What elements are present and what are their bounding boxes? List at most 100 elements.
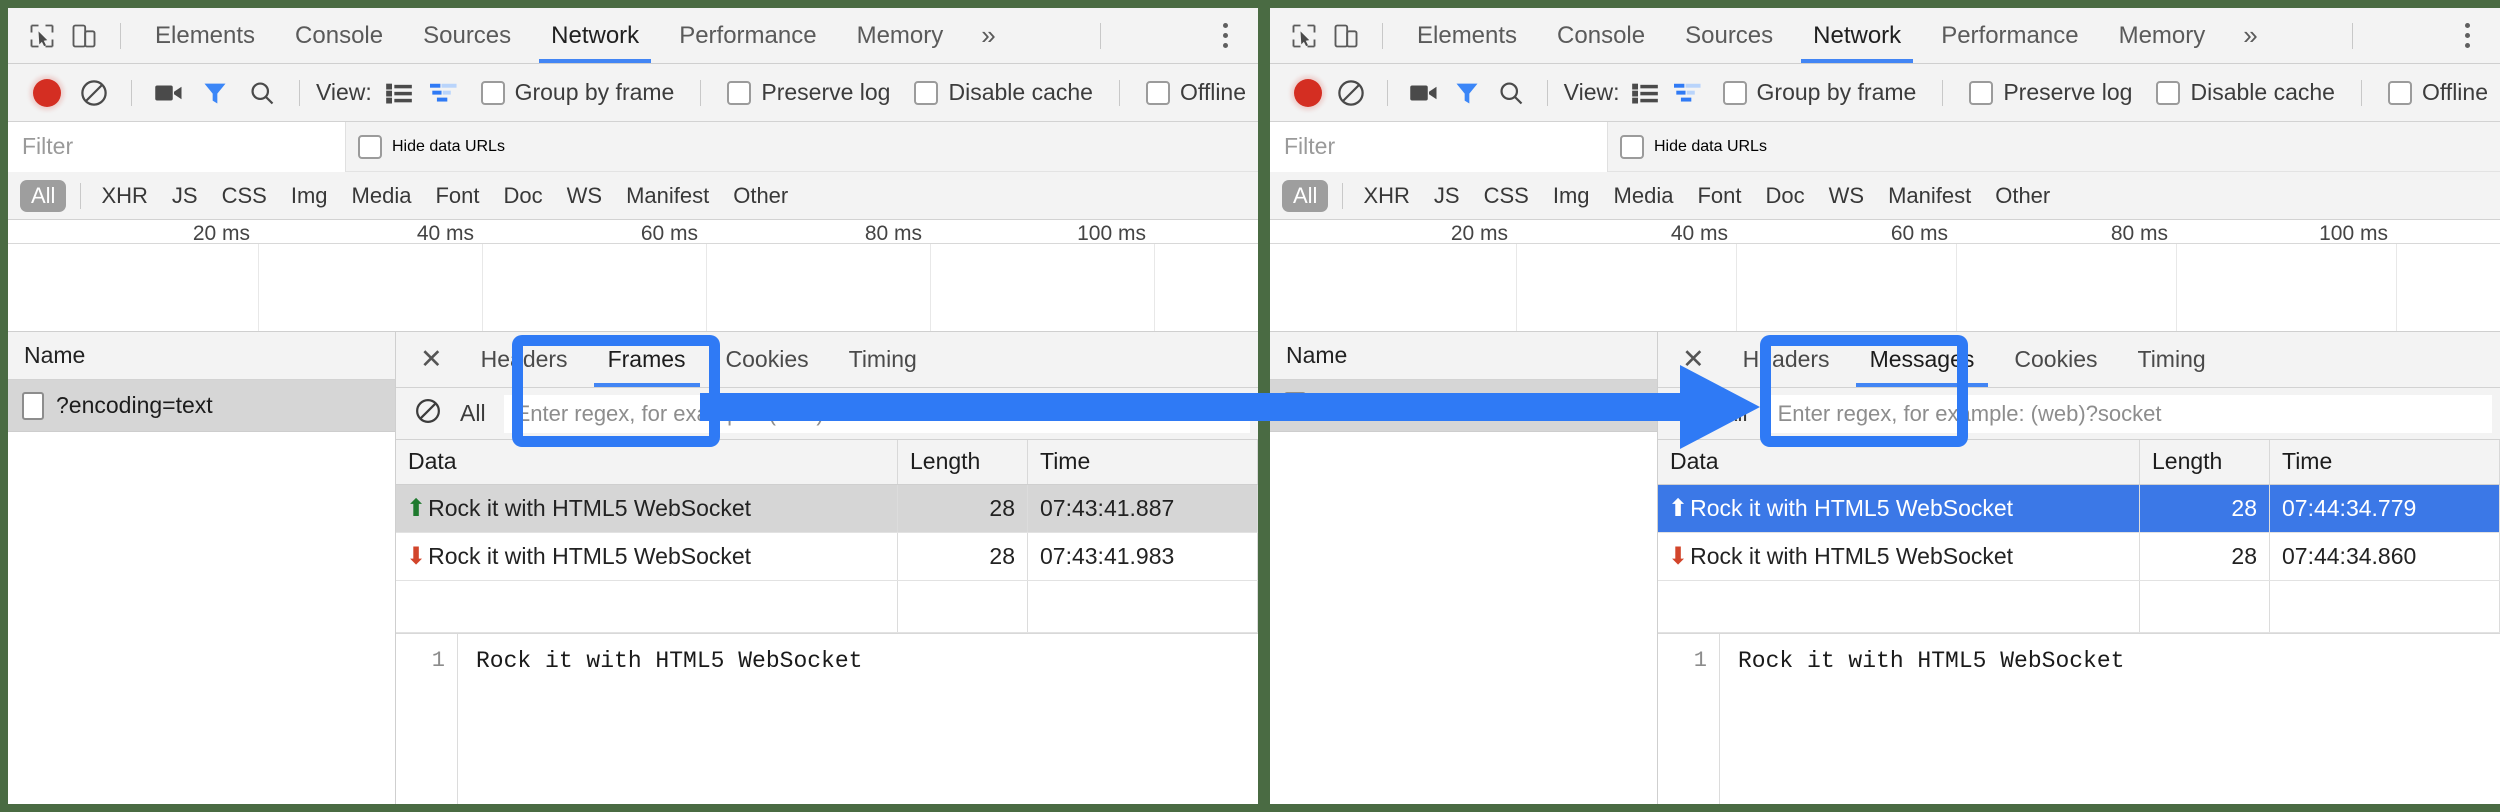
column-header-length[interactable]: Length: [2140, 440, 2270, 484]
message-type-all[interactable]: All: [1722, 400, 1748, 427]
devtools-panel-left: Elements Console Sources Network Perform…: [8, 8, 1258, 804]
type-filter-font[interactable]: Font: [1685, 181, 1753, 211]
type-filter-ws[interactable]: WS: [1817, 181, 1876, 211]
main-tab-elements[interactable]: Elements: [135, 8, 275, 63]
close-icon[interactable]: ✕: [1676, 344, 1723, 375]
inspect-element-icon[interactable]: [1284, 16, 1324, 56]
message-regex-input[interactable]: Enter regex, for example: (web)?socket: [1766, 395, 2492, 433]
request-row[interactable]: ?encoding=text: [8, 380, 395, 432]
offline-checkbox[interactable]: Offline: [1134, 79, 1258, 106]
column-header-time[interactable]: Time: [2270, 440, 2500, 484]
message-row[interactable]: ⬇Rock it with HTML5 WebSocket 28 07:44:3…: [1658, 532, 2500, 580]
disable-cache-checkbox[interactable]: Disable cache: [902, 79, 1104, 106]
type-filter-all[interactable]: All: [1282, 180, 1328, 212]
filter-input[interactable]: Filter: [8, 122, 346, 172]
message-time-cell: 07:43:41.887: [1028, 484, 1258, 532]
type-filter-other[interactable]: Other: [1983, 181, 2062, 211]
message-type-all[interactable]: All: [460, 400, 486, 427]
search-icon[interactable]: [239, 69, 285, 117]
main-tabs-overflow-icon[interactable]: »: [2225, 8, 2275, 63]
clear-messages-icon[interactable]: [1676, 397, 1704, 431]
inspect-element-icon[interactable]: [22, 16, 62, 56]
main-tab-console[interactable]: Console: [275, 8, 403, 63]
type-filter-font[interactable]: Font: [423, 181, 491, 211]
message-row[interactable]: ⬇Rock it with HTML5 WebSocket 28 07:43:4…: [396, 532, 1258, 580]
main-tab-elements[interactable]: Elements: [1397, 8, 1537, 63]
disable-cache-checkbox[interactable]: Disable cache: [2144, 79, 2346, 106]
clear-messages-icon[interactable]: [414, 397, 442, 431]
type-filter-js[interactable]: JS: [1422, 181, 1472, 211]
record-button[interactable]: [1286, 69, 1330, 117]
preserve-log-checkbox[interactable]: Preserve log: [715, 79, 902, 106]
type-filter-media[interactable]: Media: [340, 181, 424, 211]
filter-icon[interactable]: [192, 69, 238, 117]
waterfall-view-icon[interactable]: [1667, 69, 1711, 117]
type-filter-all[interactable]: All: [20, 180, 66, 212]
device-toolbar-icon[interactable]: [1326, 16, 1366, 56]
message-row-selected[interactable]: ⬆Rock it with HTML5 WebSocket 28 07:44:3…: [1658, 484, 2500, 532]
list-view-icon[interactable]: [1623, 69, 1667, 117]
group-by-frame-checkbox[interactable]: Group by frame: [1711, 79, 1929, 106]
type-filter-doc[interactable]: Doc: [1753, 181, 1816, 211]
main-tab-memory[interactable]: Memory: [837, 8, 964, 63]
detail-tab-cookies[interactable]: Cookies: [1994, 332, 2117, 387]
main-tab-performance[interactable]: Performance: [659, 8, 836, 63]
type-filter-img[interactable]: Img: [279, 181, 340, 211]
detail-tab-timing[interactable]: Timing: [829, 332, 937, 387]
filter-icon[interactable]: [1446, 69, 1490, 117]
record-button[interactable]: [24, 69, 70, 117]
type-filter-media[interactable]: Media: [1602, 181, 1686, 211]
filter-input[interactable]: Filter: [1270, 122, 1608, 172]
column-header-data[interactable]: Data: [396, 440, 898, 484]
close-icon[interactable]: ✕: [414, 344, 461, 375]
main-tab-sources[interactable]: Sources: [1665, 8, 1793, 63]
type-filter-other[interactable]: Other: [721, 181, 800, 211]
type-filter-manifest[interactable]: Manifest: [1876, 181, 1983, 211]
main-tab-console[interactable]: Console: [1537, 8, 1665, 63]
clear-button[interactable]: [1330, 69, 1374, 117]
main-tab-network[interactable]: Network: [1793, 8, 1921, 63]
detail-tab-timing[interactable]: Timing: [2118, 332, 2226, 387]
more-options-icon[interactable]: [2444, 13, 2490, 59]
hide-data-urls-checkbox[interactable]: Hide data URLs: [346, 135, 517, 159]
clear-button[interactable]: [70, 69, 116, 117]
detail-tab-frames[interactable]: Frames: [588, 332, 706, 387]
column-header-data[interactable]: Data: [1658, 440, 2140, 484]
type-filter-img[interactable]: Img: [1541, 181, 1602, 211]
type-filter-js[interactable]: JS: [160, 181, 210, 211]
capture-screenshots-icon[interactable]: [1402, 69, 1446, 117]
main-tab-performance[interactable]: Performance: [1921, 8, 2098, 63]
offline-checkbox[interactable]: Offline: [2376, 79, 2500, 106]
more-options-icon[interactable]: [1202, 13, 1248, 59]
request-row[interactable]: ?encoding=text: [1270, 380, 1657, 432]
column-header-length[interactable]: Length: [898, 440, 1028, 484]
detail-tab-messages[interactable]: Messages: [1850, 332, 1995, 387]
main-tab-network[interactable]: Network: [531, 8, 659, 63]
column-header-time[interactable]: Time: [1028, 440, 1258, 484]
group-by-frame-checkbox[interactable]: Group by frame: [469, 79, 687, 106]
detail-tab-headers[interactable]: Headers: [1723, 332, 1850, 387]
message-length-cell: 28: [898, 532, 1028, 580]
type-filter-manifest[interactable]: Manifest: [614, 181, 721, 211]
type-filter-css[interactable]: CSS: [1472, 181, 1541, 211]
type-filter-ws[interactable]: WS: [555, 181, 614, 211]
hide-data-urls-checkbox[interactable]: Hide data URLs: [1608, 135, 1779, 159]
type-filter-css[interactable]: CSS: [210, 181, 279, 211]
device-toolbar-icon[interactable]: [64, 16, 104, 56]
capture-screenshots-icon[interactable]: [146, 69, 192, 117]
detail-tab-cookies[interactable]: Cookies: [706, 332, 829, 387]
message-row[interactable]: ⬆Rock it with HTML5 WebSocket 28 07:43:4…: [396, 484, 1258, 532]
main-tab-memory[interactable]: Memory: [2099, 8, 2226, 63]
search-icon[interactable]: [1489, 69, 1533, 117]
group-by-frame-label: Group by frame: [1757, 79, 1917, 106]
main-tab-sources[interactable]: Sources: [403, 8, 531, 63]
waterfall-view-icon[interactable]: [422, 69, 468, 117]
list-view-icon[interactable]: [376, 69, 422, 117]
main-tabs-overflow-icon[interactable]: »: [963, 8, 1013, 63]
message-regex-input[interactable]: Enter regex, for example: (web)?socket: [504, 395, 1250, 433]
preserve-log-checkbox[interactable]: Preserve log: [1957, 79, 2144, 106]
detail-tab-headers[interactable]: Headers: [461, 332, 588, 387]
type-filter-xhr[interactable]: XHR: [1351, 181, 1421, 211]
type-filter-xhr[interactable]: XHR: [89, 181, 159, 211]
type-filter-doc[interactable]: Doc: [491, 181, 554, 211]
